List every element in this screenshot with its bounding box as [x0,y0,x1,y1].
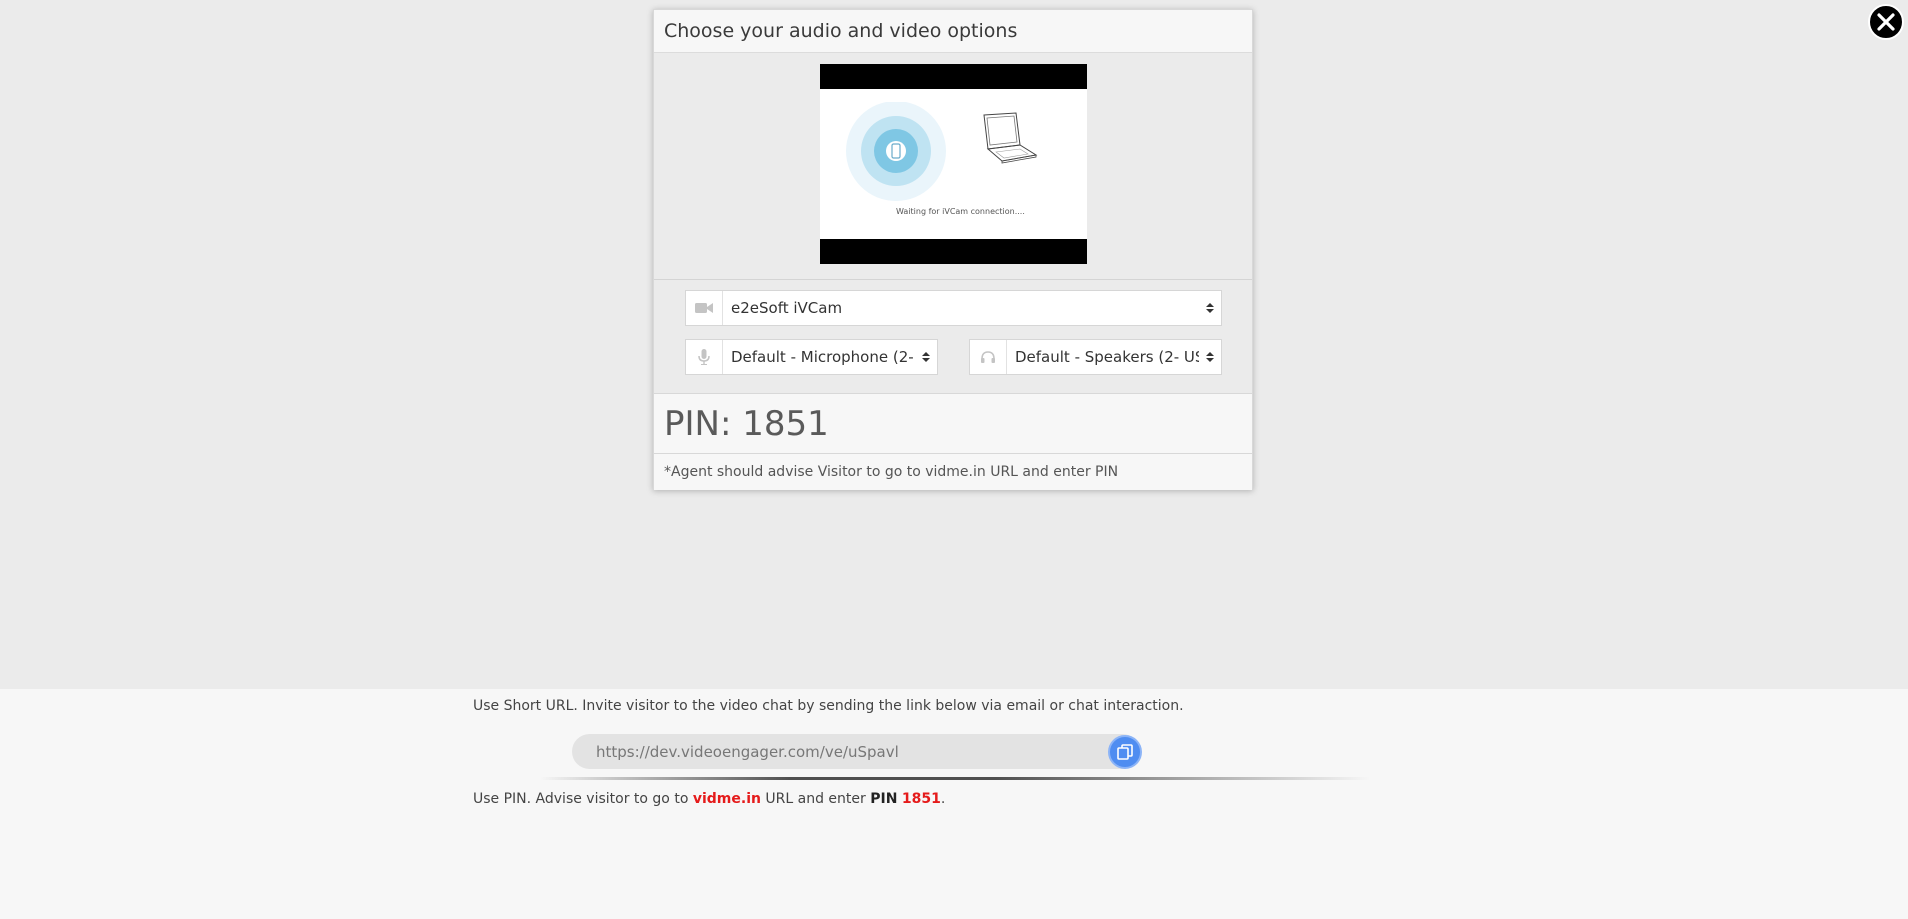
camera-select-value: e2eSoft iVCam [731,299,843,317]
camera-select[interactable]: e2eSoft iVCam [685,290,1222,326]
av-options-dialog: Choose your audio and video options Wait… [653,9,1253,490]
speaker-select-value: Default - Speakers (2- USB Audio Device) [1015,348,1199,366]
chevron-updown-icon [1199,302,1221,314]
laptop-icon [983,112,1038,164]
headphones-icon [970,340,1007,374]
speaker-select[interactable]: Default - Speakers (2- USB Audio Device) [969,339,1222,375]
pin-display: PIN: 1851 [654,393,1252,454]
dialog-header: Choose your audio and video options [654,10,1252,53]
microphone-select[interactable]: Default - Microphone (2- USB Audio Devic… [685,339,938,375]
copy-url-button[interactable] [1108,735,1142,769]
pin-number: 1851 [901,791,941,807]
short-url-field[interactable]: https://dev.videoengager.com/ve/uSpavl [572,734,1140,769]
microphone-icon [686,340,723,374]
camera-preview-area: Waiting for iVCam connection.... [654,53,1252,280]
pin-instruction-end: . [940,791,946,807]
pin-label: PIN: 1851 [664,403,829,444]
short-url-text: https://dev.videoengager.com/ve/uSpavl [596,743,899,761]
close-icon [1877,13,1895,31]
agent-note-text: *Agent should advise Visitor to go to vi… [664,464,1119,480]
pin-instruction: Use PIN. Advise visitor to go to vidme.i… [473,791,945,807]
invite-instruction: Use Short URL. Invite visitor to the vid… [473,698,1184,714]
camera-preview: Waiting for iVCam connection.... [820,64,1087,264]
close-button[interactable] [1868,4,1904,40]
vidme-link[interactable]: vidme.in [693,791,761,807]
device-selectors: e2eSoft iVCam Default - Microphone (2- U… [654,280,1252,393]
copy-icon [1117,744,1133,760]
video-camera-icon [686,291,723,325]
dialog-title: Choose your audio and video options [664,20,1018,42]
preview-status-text: Waiting for iVCam connection.... [896,207,1025,216]
chevron-updown-icon [915,351,937,363]
phone-signal-icon [846,102,946,201]
preview-image: Waiting for iVCam connection.... [820,89,1087,239]
agent-note: *Agent should advise Visitor to go to vi… [654,454,1252,490]
pin-instruction-prefix: Use PIN. Advise visitor to go to [473,791,693,807]
divider [540,777,1370,780]
pin-instruction-mid: URL and enter [760,791,871,807]
pin-word: PIN [870,791,898,807]
microphone-select-value: Default - Microphone (2- USB Audio Devic… [731,348,915,366]
chevron-updown-icon [1199,351,1221,363]
